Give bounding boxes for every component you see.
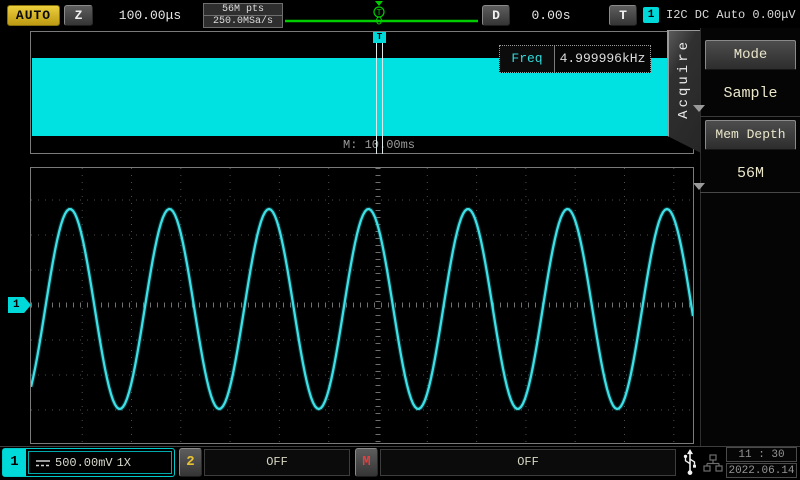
sample-rate: 250.0MSa/s	[204, 15, 282, 27]
trigger-menu-button[interactable]: T	[609, 5, 637, 26]
math-badge[interactable]: M	[355, 448, 378, 477]
mem-points: 56M pts	[204, 4, 282, 15]
frequency-readout: Freq 4.999996kHz	[499, 45, 651, 73]
oscilloscope-screen: AUTO Z 100.00μs 56M pts 250.0MSa/s T D 0…	[0, 0, 800, 480]
channel1-badge: 1	[3, 449, 26, 476]
zoom-window-cursors[interactable]	[376, 43, 383, 154]
sidebar-value-mode[interactable]: Sample	[705, 84, 796, 104]
trigger-info-readout: I2C DC Auto 0.00μV	[666, 5, 796, 26]
lan-icon	[702, 451, 724, 475]
timebase-readout: 100.00μs	[100, 5, 200, 26]
delay-button[interactable]: D	[482, 5, 510, 26]
dropdown-arrow-icon	[693, 105, 705, 112]
clock-date: 2022.06.14	[726, 463, 797, 478]
dropdown-arrow-icon	[693, 183, 705, 190]
auto-button[interactable]: AUTO	[7, 5, 60, 26]
freq-value: 4.999996kHz	[555, 46, 650, 72]
zoom-mode-button[interactable]: Z	[64, 5, 93, 26]
channel1-settings: 500.00mV 1X	[28, 451, 172, 474]
sidebar-divider	[700, 192, 800, 193]
trigger-position-arrow-icon	[375, 1, 383, 6]
overview-window: M: 10.00ms Freq 4.999996kHz T	[30, 31, 694, 154]
delay-readout: 0.00s	[515, 5, 587, 26]
math-status[interactable]: OFF	[380, 449, 676, 476]
channel1-status[interactable]: 1 500.00mV 1X	[2, 448, 175, 477]
waveform-display	[30, 167, 694, 444]
sine-wave-glow	[31, 209, 693, 409]
tab-acquire[interactable]: Acquire	[667, 30, 701, 153]
sidebar-item-mode[interactable]: Mode	[705, 40, 796, 70]
channel2-badge[interactable]: 2	[179, 448, 202, 477]
channel2-status[interactable]: OFF	[204, 449, 350, 476]
memory-sample-box: 56M pts 250.0MSa/s	[203, 3, 283, 28]
zoom-trigger-marker[interactable]: T	[373, 32, 386, 43]
sidebar-divider	[700, 116, 800, 117]
usb-icon	[681, 449, 699, 476]
waveform-plot	[31, 168, 693, 443]
dc-coupling-icon	[35, 458, 51, 468]
trigger-source-badge: 1	[643, 7, 659, 23]
trigger-marker-label: T	[377, 8, 382, 17]
acquire-tab-label: Acquire	[676, 39, 692, 119]
sidebar-value-mem-depth[interactable]: 56M	[705, 164, 796, 184]
sidebar-item-mem-depth[interactable]: Mem Depth	[705, 120, 796, 150]
clock-time: 11 : 30	[726, 447, 797, 462]
channel1-probe: 1X	[117, 456, 131, 470]
channel1-scale: 500.00mV	[55, 456, 113, 470]
channel1-level-marker[interactable]: 1	[8, 297, 31, 313]
freq-label: Freq	[500, 46, 555, 72]
acquisition-progress-bar: T	[283, 0, 483, 28]
